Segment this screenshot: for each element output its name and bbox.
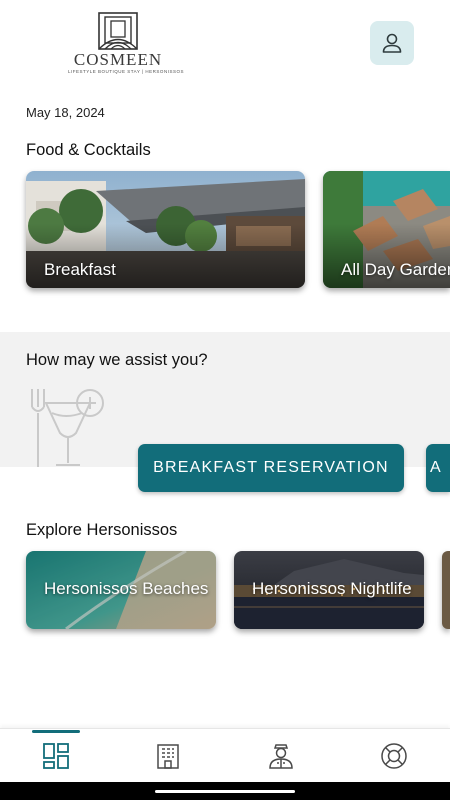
explore-card-next[interactable]	[442, 551, 450, 629]
cocktail-cutlery-icon	[31, 389, 104, 467]
explore-card-label: Hersonissos Nightlife	[252, 579, 412, 598]
bottom-tab-bar	[0, 728, 450, 782]
food-card-label: Breakfast	[44, 260, 116, 279]
food-card-all-day-garden[interactable]: All Day Garden	[323, 171, 450, 288]
brand-name: COSMEEN	[73, 50, 163, 69]
explore-section-title: Explore Hersonissos	[26, 521, 178, 539]
explore-card-nightlife[interactable]: Hersonissos Nightlife	[234, 551, 424, 629]
hotel-building-icon	[157, 744, 179, 769]
brand-logo: COSMEEN LIFESTYLE BOUTIQUE STAY | HERSON…	[68, 12, 184, 84]
explore-card-label: Hersonissos Beaches	[44, 579, 209, 598]
current-date: May 18, 2024	[26, 105, 105, 120]
tab-dashboard[interactable]	[0, 729, 112, 783]
profile-button[interactable]	[370, 21, 414, 65]
brand-tagline: LIFESTYLE BOUTIQUE STAY | HERSONISSOS	[68, 69, 184, 74]
explore-card-beaches[interactable]: Hersonissos Beaches	[26, 551, 216, 629]
active-tab-indicator	[32, 730, 80, 733]
next-assist-button[interactable]: A	[426, 444, 450, 492]
assist-section-title: How may we assist you?	[26, 351, 208, 369]
tab-help[interactable]	[338, 729, 450, 783]
lifebuoy-icon	[381, 743, 407, 769]
food-card-breakfast[interactable]: Breakfast	[26, 171, 305, 288]
user-icon	[382, 33, 402, 53]
logo-mark-icon	[98, 12, 138, 50]
tab-concierge[interactable]	[225, 729, 337, 783]
food-card-label: All Day Garden	[341, 260, 450, 279]
dashboard-icon	[43, 743, 69, 769]
home-gesture-handle[interactable]	[155, 790, 295, 793]
food-section-title: Food & Cocktails	[26, 141, 151, 159]
breakfast-reservation-button[interactable]: BREAKFAST RESERVATION	[138, 444, 404, 492]
concierge-icon	[269, 744, 293, 769]
tab-hotel[interactable]	[112, 729, 224, 783]
